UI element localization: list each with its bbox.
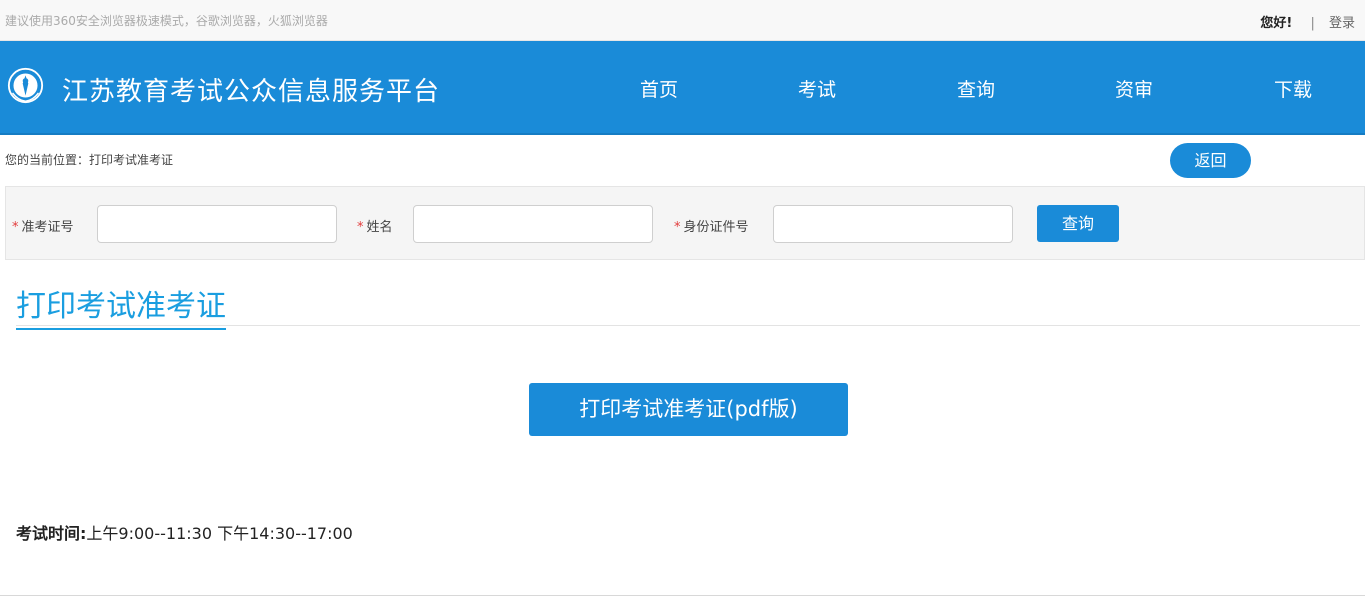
nav-item-review[interactable]: 资审 (1115, 75, 1153, 102)
exam-time: 考试时间:上午9:00--11:30 下午14:30--17:00 (16, 520, 353, 544)
required-mark: * (674, 220, 681, 235)
nav-item-download[interactable]: 下载 (1274, 75, 1312, 102)
login-link[interactable]: 登录 (1329, 16, 1355, 31)
name-label: * 姓名 (357, 220, 393, 235)
breadcrumb: 您的当前位置：打印考试准考证 (5, 153, 174, 167)
required-mark: * (12, 220, 19, 235)
browser-notice: 建议使用360安全浏览器极速模式，谷歌浏览器，火狐浏览器 (5, 14, 328, 28)
id-number-label: * 身份证件号 (674, 220, 749, 235)
exam-time-label: 考试时间: (16, 524, 87, 543)
nav-item-home[interactable]: 首页 (640, 75, 678, 102)
divider (16, 325, 1360, 326)
exam-time-value: 上午9:00--11:30 下午14:30--17:00 (86, 524, 353, 543)
greeting: 您好! (1260, 16, 1293, 31)
user-area: 您好! | 登录 (1260, 12, 1355, 31)
top-bar: 建议使用360安全浏览器极速模式，谷歌浏览器，火狐浏览器 您好! | 登录 (0, 0, 1365, 41)
site-title: 江苏教育考试公众信息服务平台 (62, 77, 441, 107)
name-input[interactable] (413, 205, 653, 243)
query-button[interactable]: 查询 (1037, 205, 1119, 242)
print-admission-ticket-button[interactable]: 打印考试准考证(pdf版) (529, 383, 848, 436)
separator: | (1310, 16, 1315, 31)
id-number-input[interactable] (773, 205, 1013, 243)
education-emblem-icon (7, 67, 44, 104)
header-nav-bar: 江苏教育考试公众信息服务平台 首页 考试 查询 资审 下载 (0, 41, 1365, 135)
footer-divider (0, 595, 1365, 596)
exam-number-label: * 准考证号 (12, 220, 74, 235)
page-title: 打印考试准考证 (16, 281, 226, 330)
back-button[interactable]: 返回 (1170, 143, 1251, 178)
required-mark: * (357, 220, 364, 235)
exam-number-input[interactable] (97, 205, 337, 243)
nav-item-exam[interactable]: 考试 (798, 75, 836, 102)
search-panel: * 准考证号 * 姓名 * 身份证件号 查询 (5, 186, 1365, 260)
nav-item-query[interactable]: 查询 (957, 75, 995, 102)
